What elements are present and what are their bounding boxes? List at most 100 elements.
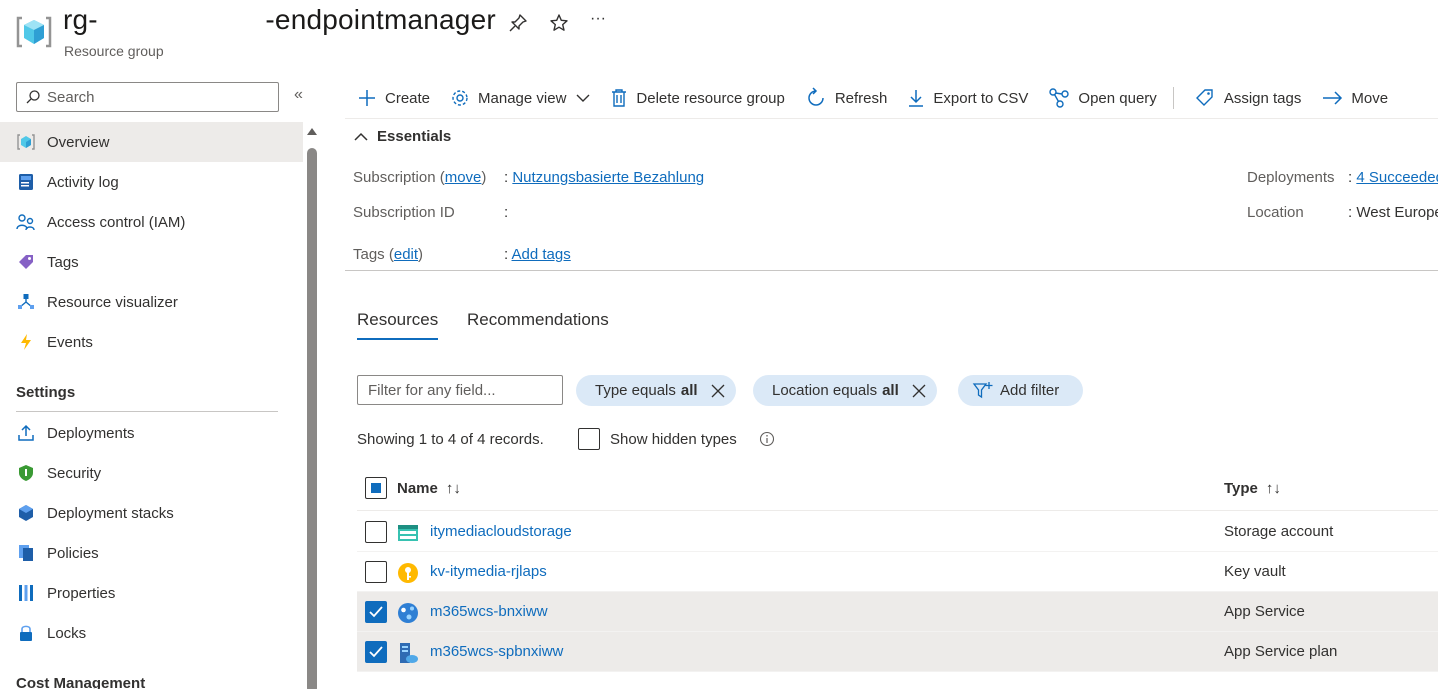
- sidebar-item-resource-visualizer[interactable]: Resource visualizer: [0, 282, 303, 322]
- plus-icon: [359, 90, 375, 106]
- select-all-checkbox[interactable]: [365, 477, 387, 499]
- subscription-id-label: Subscription ID: [353, 204, 455, 221]
- essentials-toggle[interactable]: Essentials: [353, 128, 451, 145]
- resource-name-link[interactable]: itymediacloudstorage: [430, 523, 572, 540]
- table-row[interactable]: m365wcs-spbnxiww App Service plan: [357, 632, 1438, 672]
- remove-location-filter-icon[interactable]: [911, 383, 927, 399]
- add-filter-icon: [972, 381, 993, 398]
- checkmark-icon: [369, 646, 383, 658]
- more-options-button[interactable]: ···: [590, 10, 612, 32]
- add-tags-link[interactable]: Add tags: [512, 246, 571, 263]
- sidebar-item-activity-log[interactable]: Activity log: [0, 162, 303, 202]
- row-checkbox[interactable]: [365, 641, 387, 663]
- sidebar-item-tags[interactable]: Tags: [0, 242, 303, 282]
- checkmark-icon: [369, 606, 383, 618]
- resource-name-link[interactable]: m365wcs-spbnxiww: [430, 643, 563, 660]
- sidebar-item-policies[interactable]: Policies: [0, 533, 303, 573]
- properties-icon: [16, 583, 36, 603]
- arrow-right-icon: [1323, 91, 1343, 105]
- key-vault-icon: [398, 563, 418, 583]
- sidebar-item-events[interactable]: Events: [0, 322, 303, 362]
- add-filter-button[interactable]: Add filter: [958, 375, 1084, 406]
- subscription-value: : Nutzungsbasierte Bezahlung: [504, 169, 705, 186]
- deployments-link[interactable]: 4 Succeeded: [1356, 169, 1438, 186]
- resource-type: Storage account: [1224, 523, 1334, 540]
- refresh-icon: [808, 87, 824, 106]
- subscription-link[interactable]: Nutzungsbasierte Bezahlung: [512, 169, 704, 186]
- sidebar-search[interactable]: [16, 82, 279, 112]
- sidebar-item-properties[interactable]: Properties: [0, 573, 303, 613]
- tab-recommendations[interactable]: Recommendations: [467, 310, 609, 330]
- search-input[interactable]: [47, 88, 267, 106]
- lock-icon: [16, 623, 36, 643]
- activity-log-icon: [16, 172, 36, 192]
- location-value: : West Europe: [1348, 204, 1438, 221]
- sidebar-item-access-control[interactable]: Access control (IAM): [0, 202, 303, 242]
- resource-name-link[interactable]: m365wcs-bnxiww: [430, 603, 548, 620]
- download-icon: [909, 90, 924, 107]
- tag-icon: [16, 252, 36, 272]
- create-button[interactable]: Create: [357, 88, 430, 108]
- lightning-icon: [16, 332, 36, 352]
- page-title: rg- -endpointmanager: [63, 4, 496, 35]
- tags-label: Tags (edit): [353, 246, 424, 263]
- shield-icon: [16, 463, 36, 483]
- tags-edit-link[interactable]: edit: [394, 246, 418, 263]
- move-button[interactable]: Move: [1321, 88, 1388, 108]
- assign-tags-button[interactable]: Assign tags: [1194, 87, 1301, 109]
- subscription-label: Subscription (move): [353, 169, 487, 186]
- subscription-move-link[interactable]: move: [445, 169, 482, 186]
- sidebar-scrollbar[interactable]: [306, 128, 318, 689]
- cost-management-section-title: Cost Management: [16, 675, 146, 689]
- scroll-up-icon[interactable]: [307, 128, 317, 135]
- star-icon[interactable]: [548, 12, 570, 34]
- row-checkbox[interactable]: [365, 521, 387, 543]
- toolbar-divider: [345, 118, 1438, 119]
- resource-type: App Service plan: [1224, 643, 1338, 660]
- export-csv-button[interactable]: Export to CSV: [907, 88, 1028, 108]
- tag-outline-icon: [1195, 89, 1213, 106]
- table-row[interactable]: itymediacloudstorage Storage account: [357, 512, 1438, 552]
- delete-resource-group-button[interactable]: Delete resource group: [610, 88, 785, 108]
- table-row[interactable]: m365wcs-bnxiww App Service: [357, 592, 1438, 632]
- column-header-type[interactable]: Type ↑↓: [1224, 480, 1281, 497]
- remove-type-filter-icon[interactable]: [710, 383, 726, 399]
- sidebar: « Overview Activity log Access control (…: [0, 70, 322, 689]
- sidebar-item-deployments[interactable]: Deployments: [0, 413, 303, 453]
- type-filter-pill[interactable]: Type equals all: [576, 375, 736, 406]
- visualizer-icon: [16, 292, 36, 312]
- filter-input[interactable]: [357, 375, 563, 405]
- table-row[interactable]: kv-itymedia-rjlaps Key vault: [357, 552, 1438, 592]
- tab-resources[interactable]: Resources: [357, 310, 438, 330]
- app-service-icon: [398, 603, 418, 623]
- gear-icon: [452, 90, 468, 106]
- sort-icon: ↑↓: [445, 480, 461, 497]
- resource-group-icon: [16, 16, 52, 48]
- policies-icon: [16, 543, 36, 563]
- chevron-down-icon: [576, 94, 590, 102]
- location-filter-pill[interactable]: Location equals all: [753, 375, 937, 406]
- column-header-name[interactable]: Name ↑↓: [397, 480, 461, 497]
- sidebar-item-overview[interactable]: Overview: [0, 122, 303, 162]
- sidebar-item-security[interactable]: Security: [0, 453, 303, 493]
- refresh-button[interactable]: Refresh: [805, 87, 887, 109]
- toolbar-separator: [1172, 87, 1174, 109]
- row-checkbox[interactable]: [365, 561, 387, 583]
- manage-view-button[interactable]: Manage view: [450, 88, 590, 108]
- scroll-thumb[interactable]: [307, 148, 317, 689]
- sidebar-item-deployment-stacks[interactable]: Deployment stacks: [0, 493, 303, 533]
- sidebar-item-locks[interactable]: Locks: [0, 613, 303, 653]
- open-query-button[interactable]: Open query: [1048, 87, 1157, 109]
- subscription-id-value: :: [504, 204, 509, 221]
- info-icon[interactable]: [759, 431, 775, 447]
- pin-icon[interactable]: [507, 12, 529, 34]
- collapse-sidebar-button[interactable]: «: [294, 86, 303, 104]
- search-icon: [26, 90, 40, 104]
- settings-section-title: Settings: [16, 384, 76, 401]
- row-checkbox[interactable]: [365, 601, 387, 623]
- stacks-icon: [16, 503, 36, 523]
- resource-name-link[interactable]: kv-itymedia-rjlaps: [430, 563, 547, 580]
- show-hidden-types-checkbox[interactable]: [578, 428, 600, 450]
- location-label: Location: [1247, 204, 1304, 221]
- deployments-icon: [16, 423, 36, 443]
